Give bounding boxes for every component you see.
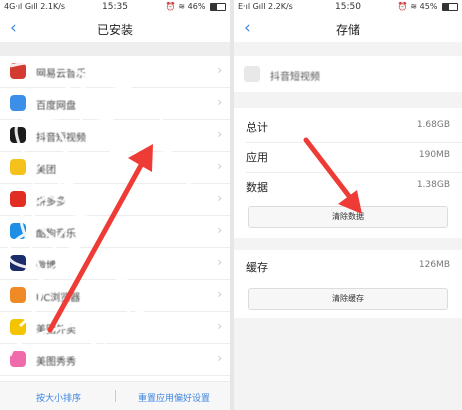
app-list-item[interactable]: 酷狗音乐 › (0, 216, 230, 248)
app-list: 网易云音乐 › 百度网盘 › 抖音短视频 › 美团 › 拼多多 › 酷狗音乐 › 微博 › UC浏览器 › 美团… (0, 56, 230, 376)
title-bar: ‹ 已安装 (0, 16, 230, 42)
app-name: 抖音短视频 (36, 133, 86, 144)
cache-label: 缓存 (246, 261, 268, 274)
battery-icon (442, 2, 458, 11)
storage-panel: E·ıl Gıll 2.2K/s 15:50 ⏰ ≋ 45% ‹ 存储 抖音短视… (234, 0, 462, 410)
app-icon (10, 63, 26, 79)
status-right: ⏰ ≋ 45% (398, 2, 458, 11)
clear-cache-button[interactable]: 清除缓存 (248, 288, 448, 310)
app-list-item[interactable]: 拼多多 › (0, 184, 230, 216)
app-icon (10, 223, 26, 239)
status-bar: 4G·ıl Gıll 2.1K/s 15:35 ⏰ ≋ 46% (0, 0, 230, 16)
app-list-item[interactable]: 百度网盘 › (0, 88, 230, 120)
app-name: 网易云音乐 (36, 69, 86, 80)
app-icon (10, 319, 26, 335)
app-icon (10, 255, 26, 271)
app-icon (10, 95, 26, 111)
chevron-right-icon: › (217, 287, 222, 301)
app-icon (10, 287, 26, 303)
cache-section: 缓存 126MB 清除缓存 (234, 250, 462, 318)
sort-by-size-button[interactable]: 按大小排序 (36, 391, 81, 404)
data-row: 数据 1.38GB (246, 174, 450, 198)
app-name: 美团外卖 (36, 325, 76, 336)
wifi-icon: ≋ (410, 2, 418, 11)
app-icon (10, 159, 26, 175)
battery-percent: 46% (187, 2, 206, 11)
page-title: 存储 (335, 23, 360, 37)
app-header: 抖音短视频 (234, 56, 462, 92)
total-row: 总计 1.68GB (246, 114, 450, 138)
chevron-right-icon: › (217, 127, 222, 141)
status-right: ⏰ ≋ 46% (166, 2, 226, 11)
alarm-icon: ⏰ (397, 2, 408, 11)
battery-icon (210, 2, 226, 11)
app-list-item[interactable]: 美团 › (0, 152, 230, 184)
row-divider (246, 142, 462, 143)
app-size-row: 应用 190MB (246, 144, 450, 168)
chevron-right-icon: › (217, 351, 222, 365)
reset-app-preferences-button[interactable]: 重置应用偏好设置 (138, 391, 210, 404)
row-divider (246, 172, 462, 173)
data-value: 1.38GB (416, 180, 450, 190)
page-title: 已安装 (96, 23, 133, 37)
app-list-item[interactable]: 美图秀秀 › (0, 344, 230, 376)
total-value: 1.68GB (416, 120, 450, 130)
title-bar: ‹ 存储 (234, 16, 462, 42)
app-size-value: 190MB (418, 150, 450, 160)
cache-value: 126MB (418, 260, 450, 270)
installed-apps-panel: 4G·ıl Gıll 2.1K/s 15:35 ⏰ ≋ 46% ‹ 已安装 网易… (0, 0, 230, 410)
app-name: 拼多多 (36, 197, 66, 208)
app-icon (10, 191, 26, 207)
chevron-right-icon: › (217, 63, 222, 77)
chevron-right-icon: › (217, 159, 222, 173)
section-divider (0, 42, 230, 56)
app-icon (10, 351, 26, 367)
app-list-item[interactable]: 网易云音乐 › (0, 56, 230, 88)
bottom-separator (115, 390, 116, 402)
header-area: E·ıl Gıll 2.2K/s 15:50 ⏰ ≋ 45% ‹ 存储 (234, 0, 462, 42)
battery-percent: 45% (419, 2, 438, 11)
app-name: 美图秀秀 (36, 357, 76, 368)
app-size-label: 应用 (246, 151, 268, 164)
app-list-item[interactable]: 抖音短视频 › (0, 120, 230, 152)
app-list-item[interactable]: 微博 › (0, 248, 230, 280)
chevron-right-icon: › (217, 255, 222, 269)
cache-row: 缓存 126MB (246, 254, 450, 278)
app-icon (244, 66, 260, 82)
total-label: 总计 (246, 121, 268, 134)
data-label: 数据 (246, 181, 268, 194)
app-name: 百度网盘 (36, 101, 76, 112)
app-icon (10, 127, 26, 143)
app-name: 抖音短视频 (270, 72, 320, 83)
bottom-bar: 按大小排序 重置应用偏好设置 (0, 381, 230, 410)
status-bar: E·ıl Gıll 2.2K/s 15:50 ⏰ ≋ 45% (234, 0, 462, 16)
app-list-item[interactable]: 美团外卖 › (0, 312, 230, 344)
wifi-icon: ≋ (178, 2, 186, 11)
app-name: 美团 (36, 165, 56, 176)
chevron-right-icon: › (217, 223, 222, 237)
alarm-icon: ⏰ (165, 2, 176, 11)
app-list-item[interactable]: UC浏览器 › (0, 280, 230, 312)
app-name: UC浏览器 (36, 293, 81, 304)
storage-section: 总计 1.68GB 应用 190MB 数据 1.38GB 清除数据 (234, 108, 462, 238)
app-name: 酷狗音乐 (36, 229, 76, 240)
chevron-right-icon: › (217, 319, 222, 333)
chevron-right-icon: › (217, 95, 222, 109)
clear-data-button[interactable]: 清除数据 (248, 206, 448, 228)
chevron-right-icon: › (217, 191, 222, 205)
app-name: 微博 (36, 261, 56, 272)
